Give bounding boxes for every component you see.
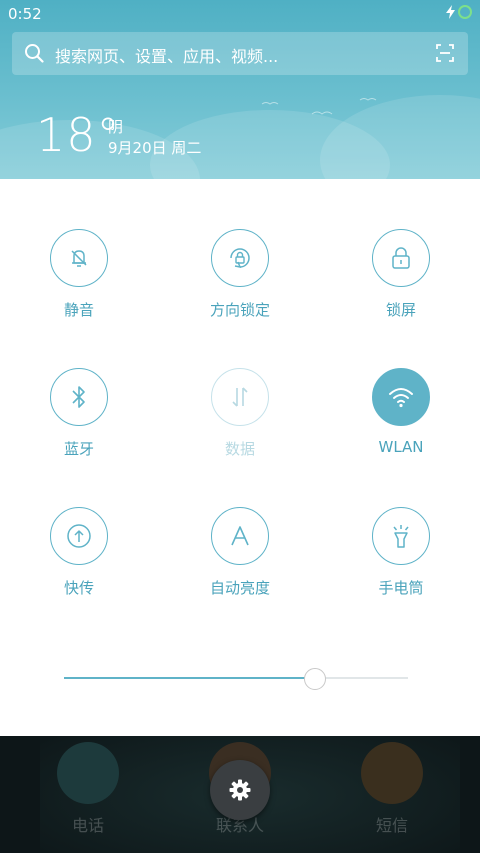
toggle-label: 方向锁定 bbox=[209, 301, 270, 319]
scan-icon[interactable] bbox=[436, 44, 454, 62]
data-arrows-icon bbox=[232, 387, 248, 407]
toggle-silent[interactable]: 静音 bbox=[14, 229, 144, 320]
status-icons bbox=[446, 5, 472, 19]
toggle-circle[interactable] bbox=[211, 368, 269, 426]
toggle-label: 快传 bbox=[63, 579, 94, 597]
toggle-bluetooth[interactable]: 蓝牙 bbox=[14, 368, 144, 459]
weather-date: 9月20日 周二 bbox=[108, 139, 202, 157]
toggle-quick-transfer[interactable]: 快传 bbox=[14, 507, 144, 598]
dock-label: 电话 bbox=[71, 816, 104, 835]
silent-bell-icon bbox=[71, 250, 87, 267]
auto-brightness-icon bbox=[231, 526, 249, 546]
toggle-wlan[interactable]: WLAN bbox=[336, 368, 466, 456]
toggle-circle[interactable] bbox=[50, 368, 108, 426]
toggle-label: 蓝牙 bbox=[63, 440, 94, 458]
toggle-circle[interactable] bbox=[50, 229, 108, 287]
weather-condition: 阴 bbox=[108, 118, 124, 136]
toggle-circle[interactable] bbox=[372, 368, 430, 426]
toggle-label: 静音 bbox=[63, 301, 94, 319]
wifi-icon bbox=[389, 388, 413, 408]
quick-transfer-icon bbox=[67, 524, 91, 548]
dock-app-messages[interactable]: 短信 bbox=[342, 742, 442, 836]
flashlight-icon bbox=[393, 525, 409, 548]
slider-fill bbox=[64, 677, 316, 679]
bluetooth-icon bbox=[72, 386, 85, 408]
weather-header: 0:52 搜索网页、设置、应用、视频... 18° 阴 9月20日 周二 bbox=[0, 0, 480, 179]
dock-app-phone[interactable]: 电话 bbox=[38, 742, 138, 836]
toggle-label: WLAN bbox=[378, 438, 424, 456]
messages-icon[interactable] bbox=[361, 742, 423, 804]
toggle-lock-screen[interactable]: 锁屏 bbox=[336, 229, 466, 320]
lock-icon bbox=[392, 247, 410, 269]
toggle-label: 锁屏 bbox=[385, 301, 416, 319]
battery-icon bbox=[458, 5, 472, 19]
toggle-flashlight[interactable]: 手电筒 bbox=[336, 507, 466, 598]
toggle-circle[interactable] bbox=[211, 229, 269, 287]
rotation-lock-icon bbox=[230, 248, 250, 269]
birds-decoration bbox=[261, 98, 377, 115]
charging-icon bbox=[446, 5, 455, 19]
toggle-mobile-data[interactable]: 数据 bbox=[175, 368, 305, 459]
phone-icon[interactable] bbox=[57, 742, 119, 804]
control-panel: 静音 方向锁定 锁屏 蓝牙 数据 WLAN 快传 自动亮度 手电筒 bbox=[0, 179, 480, 736]
gear-icon bbox=[229, 779, 251, 801]
settings-button[interactable] bbox=[210, 760, 270, 820]
toggle-circle[interactable] bbox=[372, 507, 430, 565]
search-icon bbox=[25, 44, 44, 63]
toggle-circle[interactable] bbox=[211, 507, 269, 565]
status-bar: 0:52 bbox=[0, 0, 480, 28]
toggle-circle[interactable] bbox=[50, 507, 108, 565]
status-time: 0:52 bbox=[8, 5, 42, 23]
toggle-label: 自动亮度 bbox=[209, 579, 270, 597]
toggle-rotation-lock[interactable]: 方向锁定 bbox=[175, 229, 305, 320]
search-bar[interactable]: 搜索网页、设置、应用、视频... bbox=[12, 32, 468, 75]
search-input[interactable]: 搜索网页、设置、应用、视频... bbox=[55, 43, 278, 67]
home-dock: 电话 联系人 短信 bbox=[0, 736, 480, 853]
toggle-label: 手电筒 bbox=[378, 579, 424, 597]
toggle-label: 数据 bbox=[224, 440, 255, 458]
toggle-circle[interactable] bbox=[372, 229, 430, 287]
dock-label: 短信 bbox=[375, 816, 408, 835]
brightness-slider[interactable] bbox=[64, 668, 408, 690]
slider-thumb[interactable] bbox=[304, 668, 327, 690]
toggle-auto-brightness[interactable]: 自动亮度 bbox=[175, 507, 305, 598]
